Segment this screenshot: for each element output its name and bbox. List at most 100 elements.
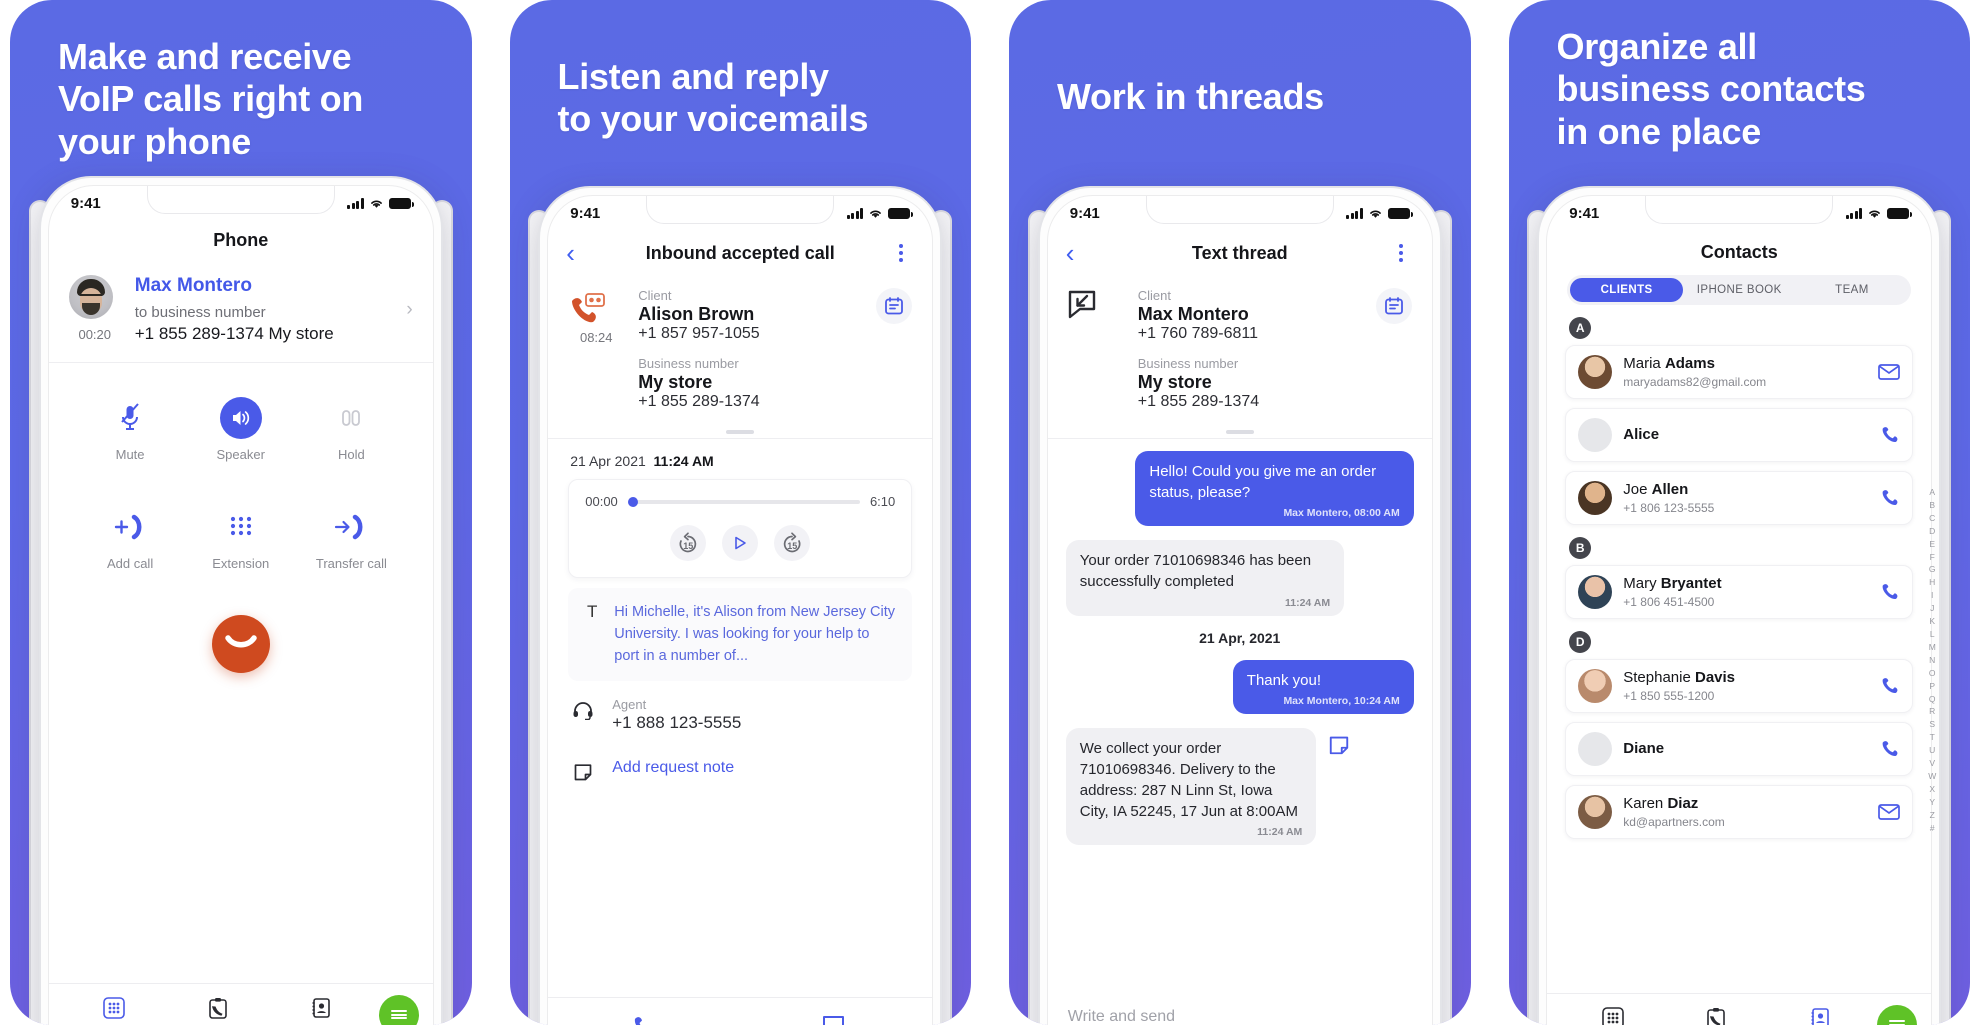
alphabet-index-letter[interactable]: L (1928, 628, 1936, 641)
alphabet-index-letter[interactable]: W (1928, 770, 1936, 783)
phone-icon[interactable] (1880, 582, 1900, 602)
pause-icon (309, 397, 393, 439)
phone-icon[interactable] (1880, 676, 1900, 696)
alphabet-index-letter[interactable]: I (1928, 589, 1936, 602)
alphabet-index-letter[interactable]: V (1928, 757, 1936, 770)
player-progress-slider[interactable] (627, 496, 860, 507)
control-transfer-call[interactable]: Transfer call (309, 506, 393, 571)
more-options-icon[interactable] (1388, 244, 1414, 262)
alphabet-index-letter[interactable]: E (1928, 538, 1936, 551)
alphabet-index-letter[interactable]: S (1928, 718, 1936, 731)
alphabet-index-letter[interactable]: O (1928, 667, 1936, 680)
play-button[interactable] (722, 525, 759, 561)
contact-row[interactable]: Diane (1565, 722, 1914, 776)
contact-row[interactable]: Maria Adams maryadams82@gmail.com (1565, 345, 1914, 399)
tab-phone[interactable]: PHONE (63, 996, 166, 1025)
add-request-note-link[interactable]: Add request note (612, 759, 734, 777)
segmented-control: CLIENTS IPHONE BOOK TEAM (1567, 275, 1912, 305)
control-hold[interactable]: Hold (309, 397, 393, 462)
mail-icon[interactable] (1878, 804, 1901, 820)
segment-iphone-book[interactable]: IPHONE BOOK (1683, 278, 1796, 302)
back-icon[interactable]: ‹ (1066, 240, 1092, 266)
alphabet-index-letter[interactable]: # (1928, 822, 1936, 835)
voicemail-datetime: 21 Apr 2021 11:24 AM (548, 439, 932, 479)
alphabet-index-letter[interactable]: Q (1928, 693, 1936, 706)
contact-row[interactable]: Stephanie Davis +1 850 555-1200 (1565, 659, 1914, 713)
control-add-call[interactable]: Add call (88, 506, 172, 571)
alphabet-index[interactable]: A B C D E F G H I J K L M N O P Q R S T U V W X Y Z # (1928, 486, 1936, 834)
tab-contacts[interactable]: CONTACTS (1768, 1006, 1871, 1025)
phone-icon[interactable] (1880, 488, 1900, 508)
drag-handle[interactable] (1225, 430, 1254, 434)
tab-journal[interactable]: JOURNAL (166, 996, 269, 1025)
control-speaker[interactable]: Speaker (199, 397, 283, 462)
chevron-right-icon[interactable]: › (406, 299, 412, 321)
segment-clients[interactable]: CLIENTS (1570, 278, 1683, 302)
mail-icon[interactable] (1878, 364, 1901, 380)
back-icon[interactable]: ‹ (566, 240, 592, 266)
notes-button[interactable] (1375, 288, 1412, 324)
note-icon (568, 759, 598, 782)
contact-name: Joe Allen (1623, 481, 1689, 498)
contact-row[interactable]: Karen Diaz kd@apartners.com (1565, 785, 1914, 839)
add-request-note-row[interactable]: Add request note (548, 737, 932, 786)
alphabet-index-letter[interactable]: J (1928, 602, 1936, 615)
alphabet-index-letter[interactable]: K (1928, 615, 1936, 628)
segment-team[interactable]: TEAM (1796, 278, 1909, 302)
rewind-seconds: 15 (683, 541, 694, 551)
message-input[interactable]: Write and send (1068, 1008, 1412, 1025)
alphabet-index-letter[interactable]: T (1928, 731, 1936, 744)
control-label: Transfer call (315, 556, 387, 571)
alphabet-index-letter[interactable]: X (1928, 783, 1936, 796)
alphabet-index-letter[interactable]: Y (1928, 796, 1936, 809)
menu-fab-button[interactable] (1877, 1004, 1918, 1025)
alphabet-index-letter[interactable]: U (1928, 744, 1936, 757)
forward-15-button[interactable]: 15 (774, 525, 811, 561)
signal-icon (1845, 207, 1863, 219)
tab-phone[interactable]: PHONE (1561, 1006, 1664, 1025)
alphabet-index-letter[interactable]: C (1928, 512, 1936, 525)
alphabet-index-letter[interactable]: M (1928, 641, 1936, 654)
alphabet-index-letter[interactable]: P (1928, 680, 1936, 693)
alphabet-index-letter[interactable]: B (1928, 499, 1936, 512)
more-options-icon[interactable] (888, 244, 914, 262)
alphabet-index-letter[interactable]: Z (1928, 809, 1936, 822)
alphabet-index-letter[interactable]: F (1928, 551, 1936, 564)
status-time: 9:41 (1569, 204, 1600, 222)
menu-fab-button[interactable] (378, 994, 419, 1025)
tab-contacts[interactable]: CONTACTS (269, 996, 372, 1025)
message-button[interactable] (740, 1015, 932, 1025)
phone-icon[interactable] (1880, 739, 1900, 759)
control-extension[interactable]: Extension (199, 506, 283, 571)
alphabet-index-letter[interactable]: N (1928, 654, 1936, 667)
transcript-text: Hi Michelle, it's Alison from New Jersey… (614, 604, 896, 664)
contact-row[interactable]: Joe Allen +1 806 123-5555 (1565, 471, 1914, 525)
rewind-15-button[interactable]: 15 (670, 525, 707, 561)
phone-icon[interactable] (1880, 425, 1900, 445)
active-call-header[interactable]: 00:20 Max Montero to business number +1 … (49, 259, 433, 362)
signal-icon (846, 207, 864, 219)
drag-handle[interactable] (726, 430, 755, 434)
alphabet-index-letter[interactable]: G (1928, 563, 1936, 576)
notes-button[interactable] (876, 288, 913, 324)
call-back-button[interactable] (548, 1014, 740, 1025)
message-composer[interactable]: Write and send (1047, 994, 1432, 1025)
wifi-icon (369, 198, 384, 209)
end-call-button[interactable] (211, 615, 270, 673)
contact-row[interactable]: Mary Bryantet +1 806 451-4500 (1565, 565, 1914, 619)
note-icon[interactable] (1328, 728, 1350, 756)
alphabet-index-letter[interactable]: H (1928, 576, 1936, 589)
control-mute[interactable]: Mute (88, 397, 172, 462)
alphabet-index-letter[interactable]: A (1928, 486, 1936, 499)
tab-journal[interactable]: JOURNAL (1665, 1006, 1768, 1025)
contact-detail: kd@apartners.com (1623, 815, 1725, 829)
contact-detail: +1 850 555-1200 (1623, 689, 1715, 703)
status-bar: 9:41 (1547, 196, 1931, 230)
voicemail-transcript[interactable]: T Hi Michelle, it's Alison from New Jers… (568, 588, 913, 682)
contact-row[interactable]: Alice (1565, 408, 1914, 462)
alphabet-index-letter[interactable]: R (1928, 705, 1936, 718)
page-title: Phone (213, 230, 269, 250)
thread-detail-header: Client Max Montero +1 760 789-6811 Busin… (1048, 274, 1432, 421)
control-label: Hold (338, 447, 365, 462)
alphabet-index-letter[interactable]: D (1928, 525, 1936, 538)
